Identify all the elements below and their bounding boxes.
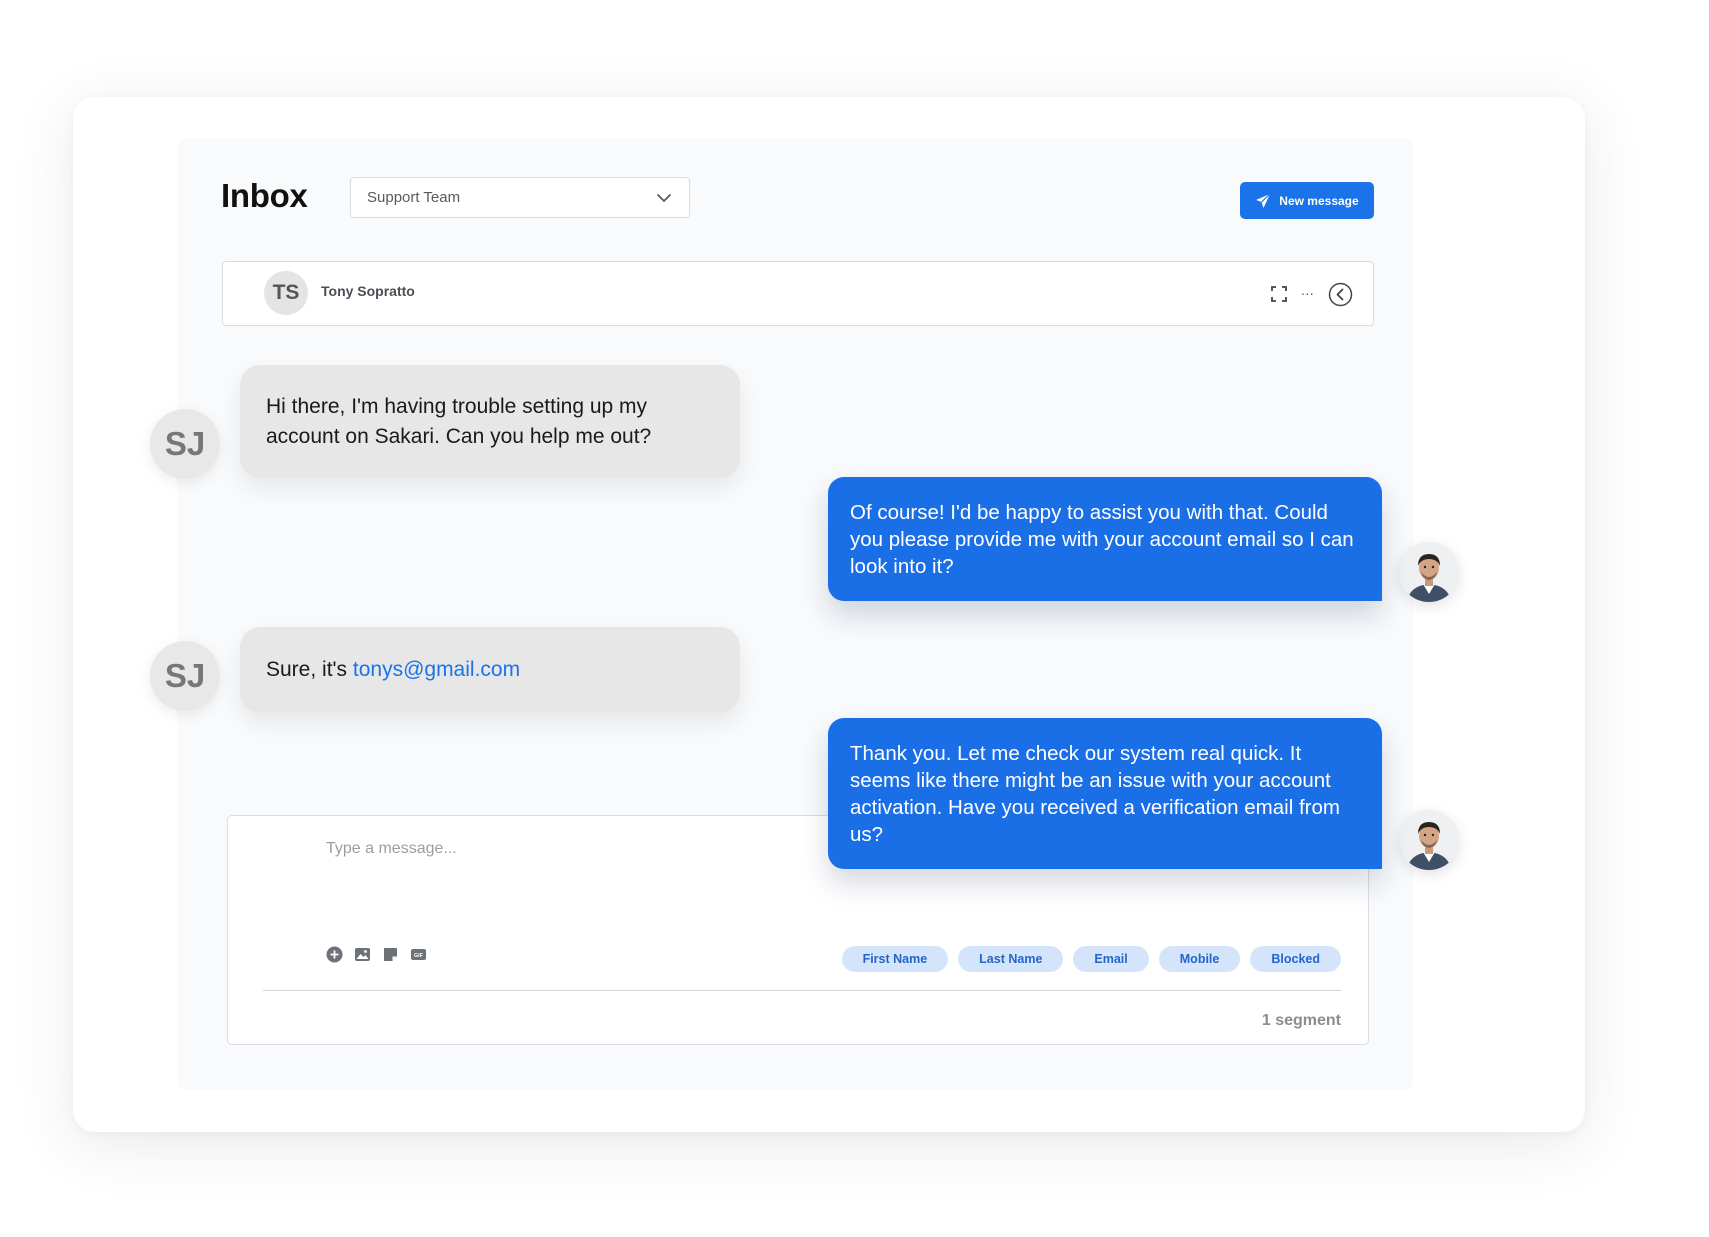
chevron-down-icon <box>655 189 673 207</box>
add-icon[interactable] <box>326 946 343 963</box>
team-select-value: Support Team <box>367 189 461 206</box>
composer-divider <box>263 990 1341 991</box>
message-text: Hi there, I'm having trouble setting up … <box>266 394 652 448</box>
message-text: Sure, it's tonys@gmail.com <box>266 655 520 685</box>
image-icon[interactable] <box>354 946 371 963</box>
chip-blocked[interactable]: Blocked <box>1250 946 1341 972</box>
composer-toolbar: GIF <box>326 946 427 963</box>
message-text-prefix: Sure, it's <box>266 658 353 681</box>
contact-avatar: TS <box>264 271 308 315</box>
sticker-icon[interactable] <box>382 946 399 963</box>
merge-field-chips: First Name Last Name Email Mobile Blocke… <box>841 946 1341 972</box>
incoming-message: Sure, it's tonys@gmail.com <box>240 627 740 713</box>
contact-name: Tony Sopratto <box>321 283 415 299</box>
conversation-header: TS Tony Sopratto ... <box>222 261 1374 326</box>
agent-avatar <box>1399 810 1459 870</box>
message-text: Thank you. Let me check our system real … <box>850 741 1340 846</box>
collapse-chevron-icon[interactable] <box>1328 282 1353 307</box>
chip-mobile[interactable]: Mobile <box>1158 946 1241 972</box>
team-select[interactable]: Support Team <box>350 177 690 218</box>
chip-last-name[interactable]: Last Name <box>958 946 1064 972</box>
send-icon <box>1255 193 1271 209</box>
gif-icon[interactable]: GIF <box>410 946 427 963</box>
email-link[interactable]: tonys@gmail.com <box>353 658 520 681</box>
segment-count: 1 segment <box>1261 1012 1341 1029</box>
sender-avatar: SJ <box>150 409 220 479</box>
outgoing-message: Of course! I'd be happy to assist you wi… <box>828 477 1382 601</box>
more-options-icon[interactable]: ... <box>1301 282 1314 298</box>
new-message-button[interactable]: New message <box>1240 182 1374 219</box>
chip-email[interactable]: Email <box>1073 946 1149 972</box>
page-title: Inbox <box>221 177 308 214</box>
incoming-message: Hi there, I'm having trouble setting up … <box>240 365 740 478</box>
chip-first-name[interactable]: First Name <box>841 946 949 972</box>
expand-icon[interactable] <box>1270 285 1288 303</box>
outgoing-message: Thank you. Let me check our system real … <box>828 718 1382 869</box>
svg-text:GIF: GIF <box>414 953 424 959</box>
agent-avatar <box>1399 542 1459 602</box>
sender-avatar: SJ <box>150 641 220 711</box>
message-input[interactable]: Type a message... <box>326 840 457 858</box>
message-text: Of course! I'd be happy to assist you wi… <box>850 500 1354 578</box>
new-message-label: New message <box>1279 193 1359 208</box>
